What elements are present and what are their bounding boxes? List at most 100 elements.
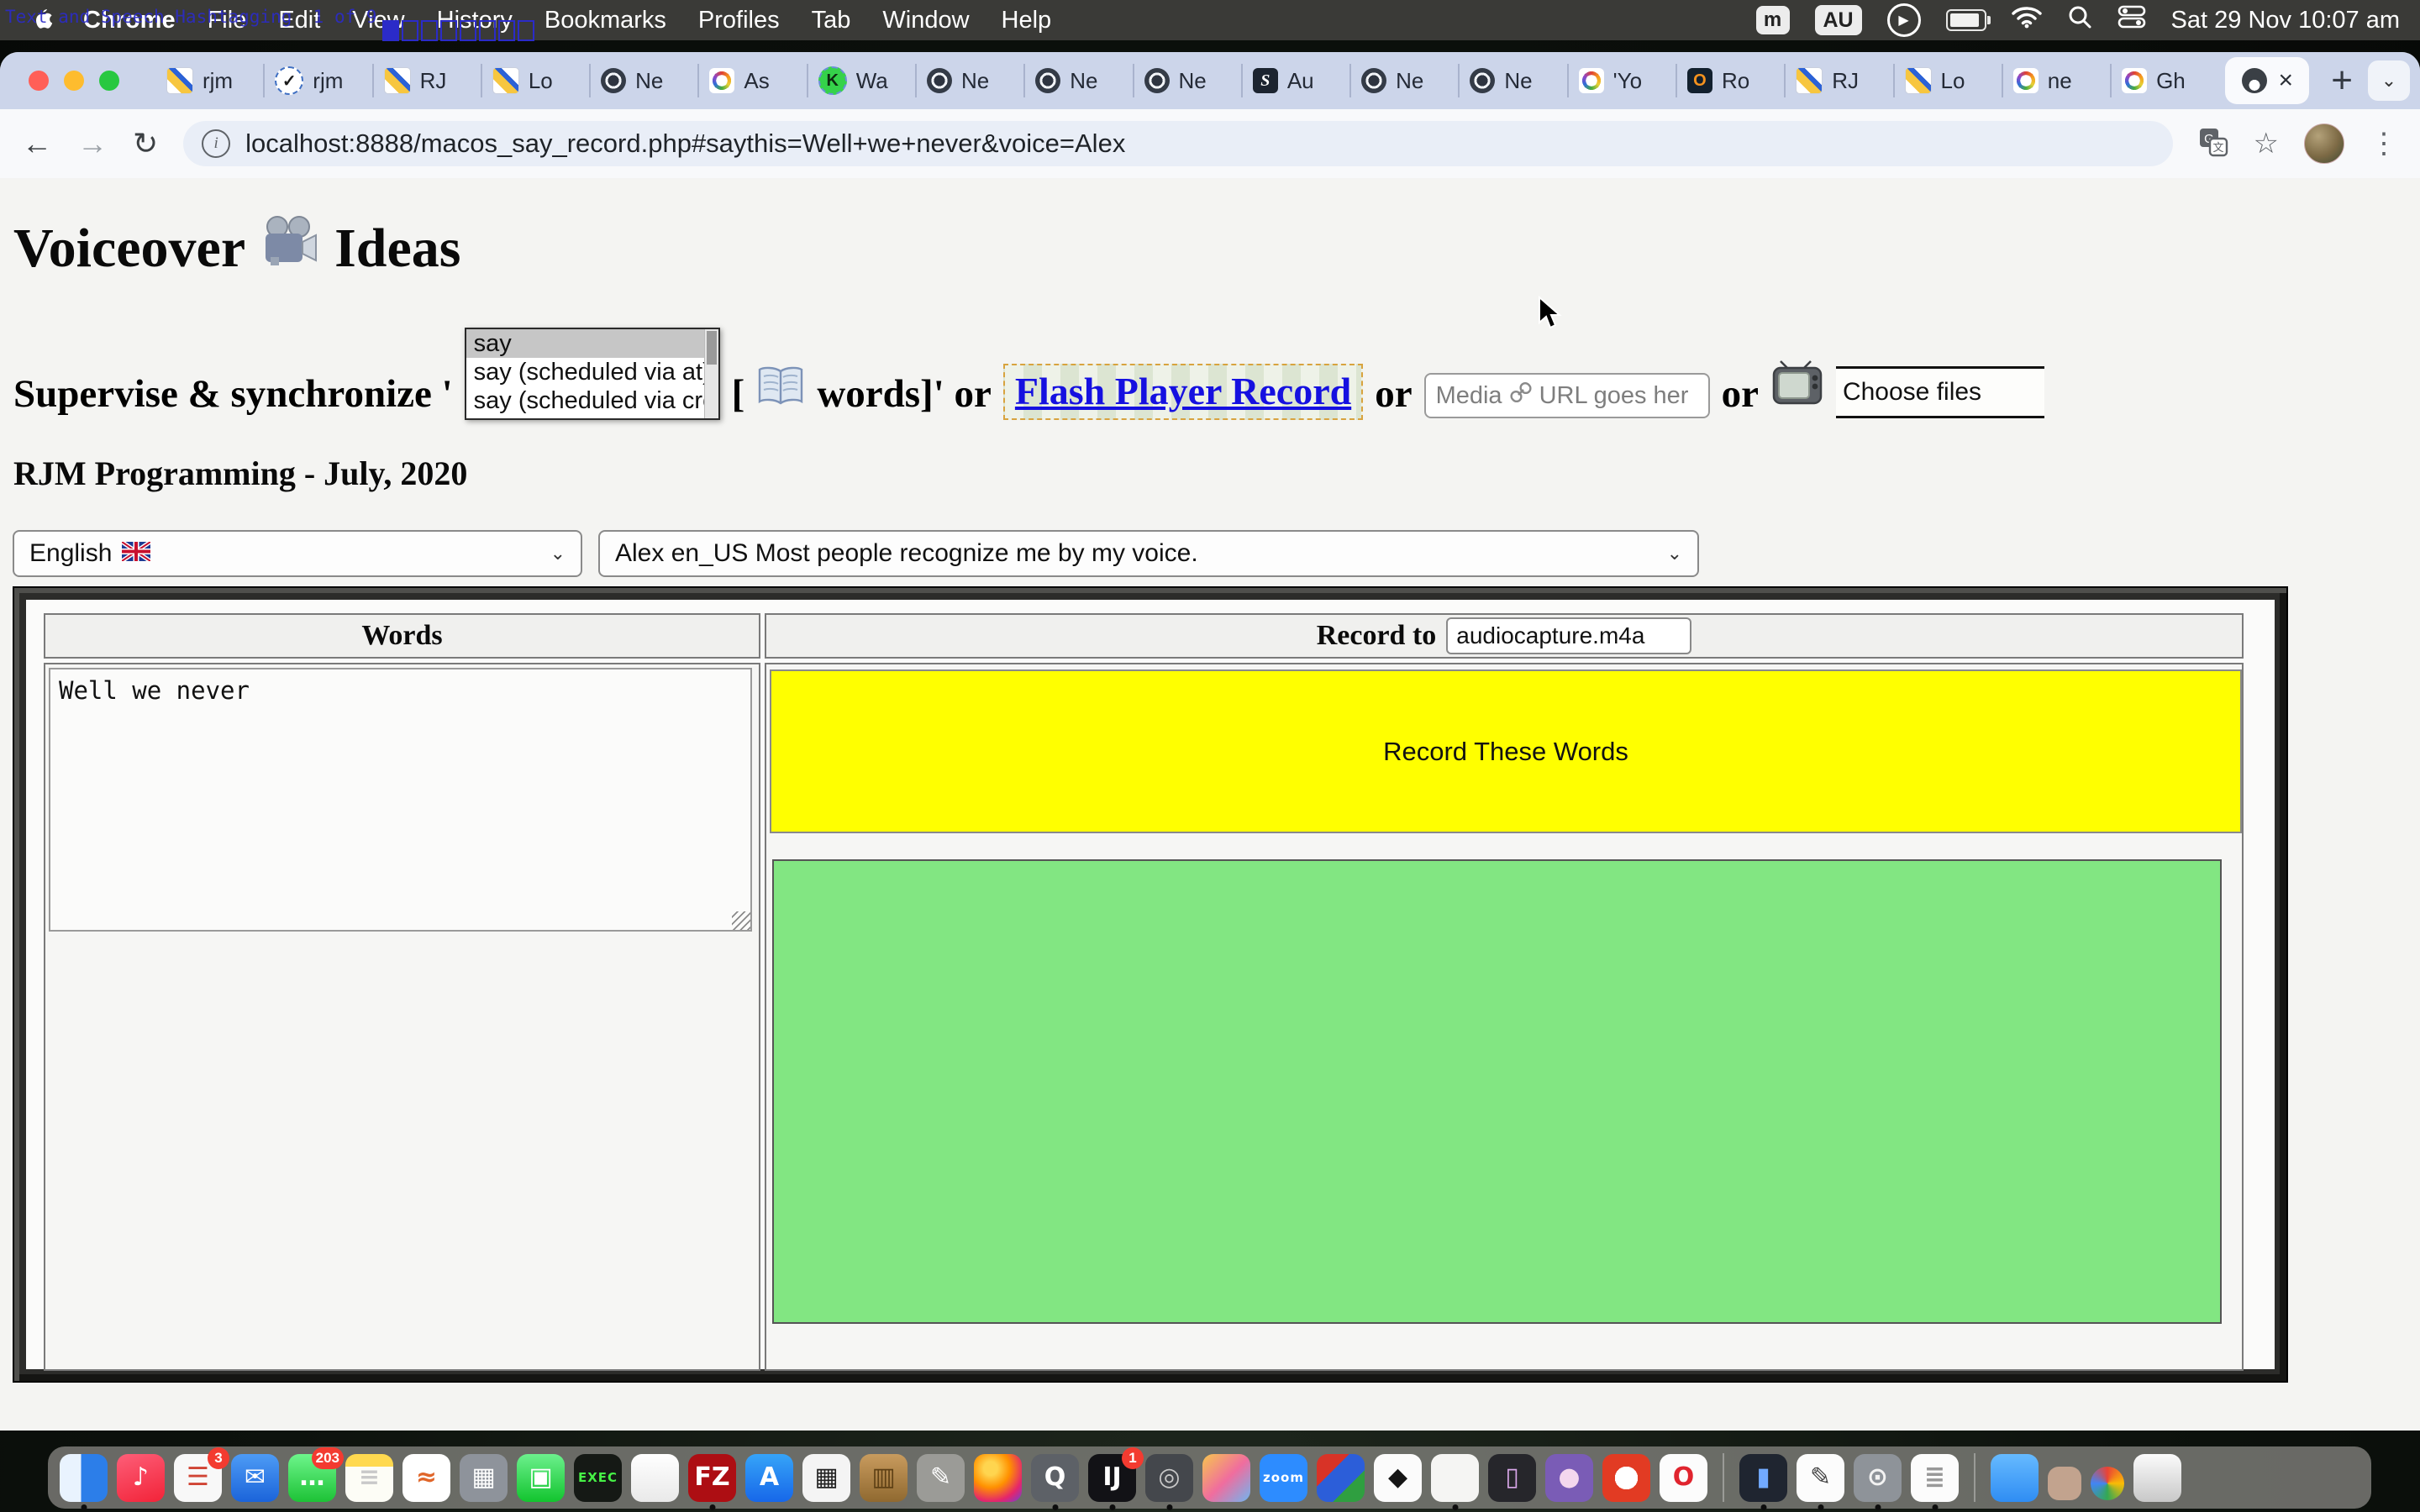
dock-icon-gauge[interactable] [1602,1454,1650,1502]
say-option-2[interactable]: say (scheduled via cron) [466,386,718,415]
record-filename-input[interactable]: audiocapture.m4a [1446,617,1691,654]
new-tab-button[interactable]: + [2331,62,2353,99]
close-window-button[interactable] [29,71,49,91]
tab-ne[interactable]: Ne [1133,64,1241,97]
dock-icon-mission-control[interactable]: ◎ [1145,1454,1193,1502]
dock-icon-textedit[interactable] [631,1454,679,1502]
annotation-square [518,20,534,41]
tab-lo[interactable]: Lo [481,64,589,97]
voice-select[interactable]: Alex en_US Most people recognize me by m… [598,530,1699,577]
tab-ne[interactable]: Ne [589,64,697,97]
minimize-window-button[interactable] [64,71,84,91]
record-these-words-button[interactable]: Record These Words [770,669,2242,833]
say-command-listbox[interactable]: saysay (scheduled via at)say (scheduled … [465,328,720,420]
dock-icon-facetime[interactable]: ▣ [517,1454,565,1502]
dock-icon-mail[interactable]: ✉ [231,1454,279,1502]
dock-icon-accessibility-tool[interactable]: ⊙ [1854,1454,1902,1502]
url-text[interactable]: localhost:8888/macos_say_record.php#sayt… [245,129,1125,159]
site-info-icon[interactable]: i [202,129,230,158]
tab-rj[interactable]: RJ [1784,64,1892,97]
dock-icon-launchpad[interactable]: ▦ [460,1454,508,1502]
flash-player-record-link[interactable]: Flash Player Record [1003,364,1363,420]
active-tab[interactable]: × [2225,57,2309,104]
dock-icon-opera[interactable]: O [1660,1454,1707,1502]
menu-extra-icon[interactable]: m [1756,6,1790,34]
bookmark-star-icon[interactable]: ☆ [2254,129,2279,158]
dock-icon-garageband[interactable]: ≈ [402,1454,450,1502]
words-textarea[interactable]: Well we never [49,668,752,932]
profile-avatar[interactable] [2304,123,2344,164]
browser-menu-icon[interactable]: ⋮ [2370,129,2398,158]
tab-ro[interactable]: ORo [1676,64,1784,97]
tab-lo[interactable]: Lo [1893,64,2002,97]
language-select[interactable]: English ⌄ [13,530,582,577]
tab-rj[interactable]: RJ [372,64,481,97]
tab-ne[interactable]: Ne [1023,64,1132,97]
dock-icon-palette[interactable] [1202,1454,1250,1502]
dock-icon-intellij[interactable]: IJ1 [1088,1454,1136,1502]
dock-icon-notes-tool[interactable]: ≣ [1911,1454,1959,1502]
dock-icon-filezilla[interactable]: FZ [688,1454,736,1502]
dock-icon-downloads-folder[interactable] [1991,1454,2039,1502]
dock-icon-music[interactable]: ♪ [117,1454,165,1502]
tab-au[interactable]: SAu [1241,64,1349,97]
tab-ne[interactable]: Ne [915,64,1023,97]
say-option-0[interactable]: say [466,329,718,358]
choose-files-button[interactable]: Choose files [1836,366,2044,418]
control-center-icon[interactable] [2118,4,2146,36]
dock-icon-finder[interactable] [60,1454,108,1502]
address-bar[interactable]: i localhost:8888/macos_say_record.php#sa… [183,121,2172,166]
listbox-scrollbar[interactable] [704,329,718,418]
dock-icon-terminal[interactable]: EXEC [574,1454,622,1502]
close-tab-icon[interactable]: × [2279,68,2294,93]
now-playing-icon[interactable]: ▶ [1887,3,1921,37]
dock-icon-iphone[interactable]: ▯ [1488,1454,1536,1502]
dock-icon-cat-app[interactable]: ● [1545,1454,1593,1502]
dock-icon-prism[interactable] [1317,1454,1365,1502]
menu-item-help[interactable]: Help [986,7,1068,34]
dock-icon-reminders[interactable]: ☰3 [174,1454,222,1502]
wifi-icon[interactable] [2012,5,2042,35]
tab-as[interactable]: As [697,64,806,97]
menu-bar-clock[interactable]: Sat 29 Nov 10:07 am [2171,7,2400,34]
battery-icon[interactable] [1946,9,1986,31]
translate-icon[interactable]: G文 [2198,127,2228,161]
tab-gh[interactable]: Gh [2110,64,2218,97]
dock-icon-contacts[interactable]: ▥ [860,1454,908,1502]
dock-icon-zoom[interactable]: zoom [1260,1454,1307,1502]
menu-item-bookmarks[interactable]: Bookmarks [529,7,682,34]
input-source-badge[interactable]: AU [1815,5,1862,35]
tab-ne[interactable]: Ne [1349,64,1458,97]
dock-icon-quicktime[interactable]: Q [1031,1454,1079,1502]
back-button[interactable]: ← [22,129,52,159]
tab-wa[interactable]: KWa [807,64,915,97]
tab-ne[interactable]: ne [2002,64,2110,97]
media-url-input[interactable]: Media URL goes her [1424,373,1710,418]
dock-icon-screenshot-thumb[interactable] [2048,1467,2081,1500]
menu-item-profiles[interactable]: Profiles [682,7,796,34]
dock-icon-messages[interactable]: …203 [288,1454,336,1502]
tab-rjm[interactable]: rjm [156,64,263,97]
menu-item-tab[interactable]: Tab [796,7,867,34]
dock-icon-firefox[interactable] [974,1454,1022,1502]
say-option-1[interactable]: say (scheduled via at) [466,358,718,386]
dock-icon-freeform[interactable] [1431,1454,1479,1502]
reload-button[interactable]: ↻ [133,129,158,159]
dock-icon-device-screen[interactable]: ▮ [1739,1454,1787,1502]
tab-ne[interactable]: Ne [1458,64,1566,97]
dock-icon-gimp[interactable]: ✎ [917,1454,965,1502]
dock-icon-chrome-thumb[interactable] [2091,1467,2124,1500]
menu-item-window[interactable]: Window [866,7,985,34]
forward-button[interactable]: → [77,129,108,159]
dock-icon-calculator[interactable]: ▦ [802,1454,850,1502]
tab-search-button[interactable]: ⌄ [2368,60,2410,101]
dock-icon-pages-tool[interactable]: ✎ [1797,1454,1844,1502]
tab-rjm[interactable]: ✓rjm [263,64,371,97]
spotlight-search-icon[interactable] [2067,4,2092,36]
dock-icon-notes[interactable]: ≡ [345,1454,393,1502]
dock-icon-inkscape[interactable]: ◆ [1374,1454,1422,1502]
zoom-window-button[interactable] [99,71,119,91]
dock-icon-trash[interactable] [2133,1454,2181,1502]
dock-icon-appstore[interactable]: A [745,1454,793,1502]
tab-yo[interactable]: 'Yo [1567,64,1676,97]
